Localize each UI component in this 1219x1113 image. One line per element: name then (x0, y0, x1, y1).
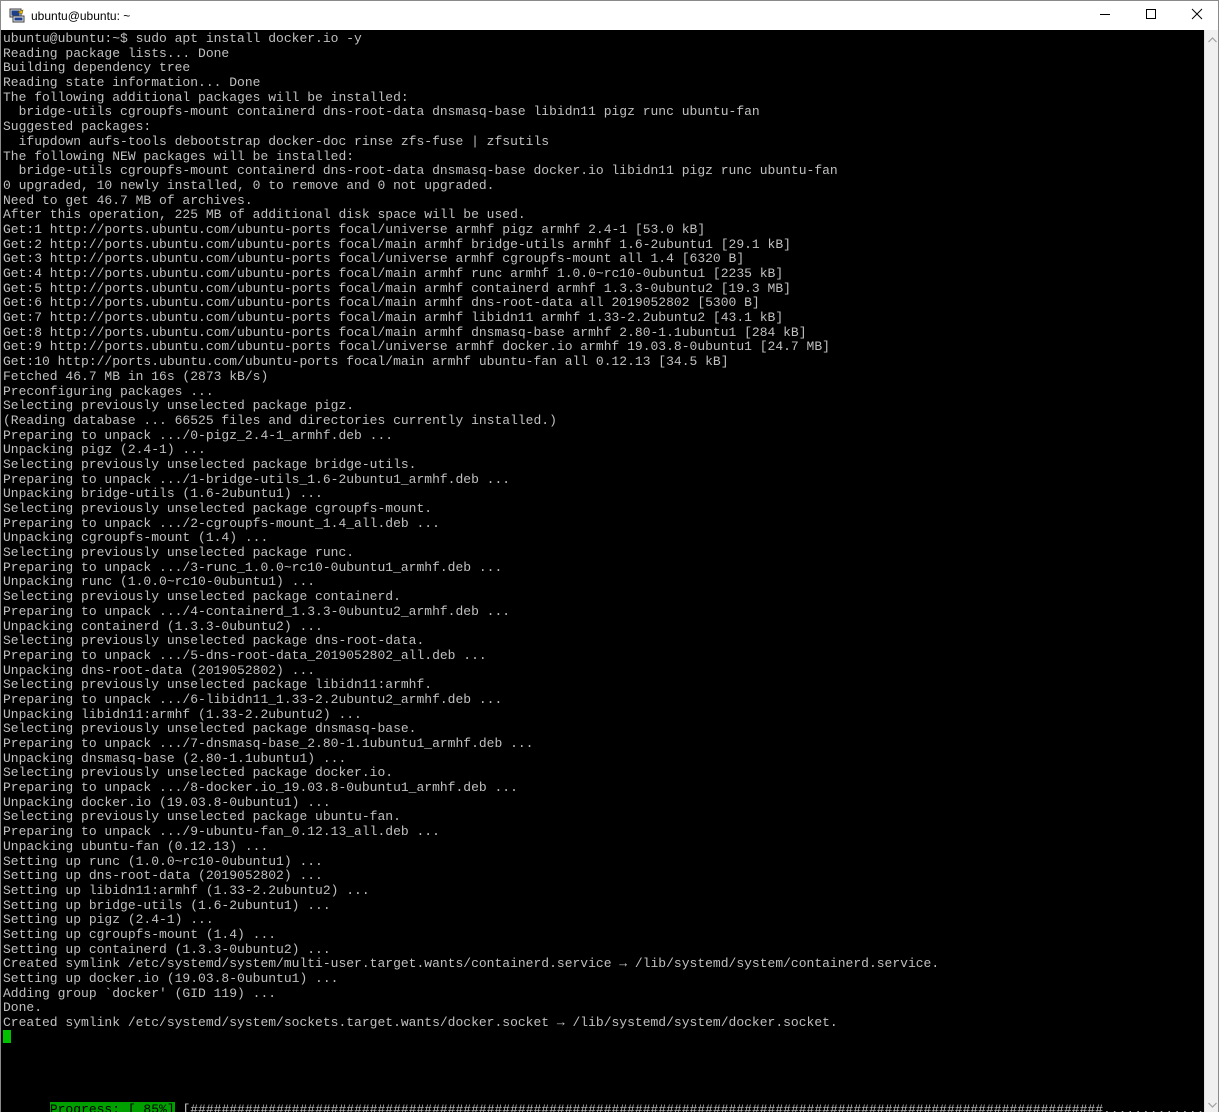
terminal-line: Get:5 http://ports.ubuntu.com/ubuntu-por… (3, 280, 791, 296)
terminal-line: Setting up runc (1.0.0~rc10-0ubuntu1) ..… (3, 853, 323, 869)
terminal-line: Unpacking libidn11:armhf (1.33-2.2ubuntu… (3, 706, 362, 722)
terminal-line: Selecting previously unselected package … (3, 589, 401, 605)
terminal-line: Get:6 http://ports.ubuntu.com/ubuntu-por… (3, 295, 760, 311)
terminal-line: Selecting previously unselected package … (3, 398, 355, 414)
terminal-line: Suggested packages: (3, 119, 152, 135)
chevron-up-icon (1207, 30, 1217, 48)
progress-row: Progress: [ 85%] [######################… (3, 1089, 1204, 1112)
terminal-line: Adding group `docker' (GID 119) ... (3, 985, 277, 1001)
terminal-line: Preparing to unpack .../3-runc_1.0.0~rc1… (3, 559, 503, 575)
scroll-down-button[interactable] (1205, 1095, 1219, 1112)
terminal-line: Created symlink /etc/systemd/system/sock… (3, 1015, 838, 1031)
terminal-line: Reading package lists... Done (3, 45, 230, 61)
maximize-button[interactable] (1128, 1, 1174, 30)
terminal-line: Preparing to unpack .../5-dns-root-data_… (3, 647, 487, 663)
terminal-line: Preconfiguring packages ... (3, 383, 214, 399)
terminal-line: Preparing to unpack .../0-pigz_2.4-1_arm… (3, 427, 394, 443)
terminal-line: 0 upgraded, 10 newly installed, 0 to rem… (3, 177, 495, 193)
terminal-line: Fetched 46.7 MB in 16s (2873 kB/s) (3, 368, 269, 384)
terminal-line: Selecting previously unselected package … (3, 456, 417, 472)
minimize-button[interactable] (1082, 1, 1128, 30)
terminal-output: ubuntu@ubuntu:~$ sudo apt install docker… (3, 31, 940, 1031)
terminal-line: Done. (3, 1000, 43, 1016)
terminal-line: Setting up libidn11:armhf (1.33-2.2ubunt… (3, 882, 370, 898)
terminal-line: Get:9 http://ports.ubuntu.com/ubuntu-por… (3, 339, 830, 355)
scroll-thumb[interactable] (1207, 49, 1216, 1091)
terminal-line: Setting up dns-root-data (2019052802) ..… (3, 868, 323, 884)
terminal-line: Selecting previously unselected package … (3, 545, 355, 561)
vertical-scrollbar[interactable] (1204, 30, 1218, 1112)
minimize-icon (1099, 8, 1111, 23)
terminal-line: bridge-utils cgroupfs-mount containerd d… (3, 104, 760, 120)
terminal-line: Selecting previously unselected package … (3, 765, 394, 781)
terminal-line: (Reading database ... 66525 files and di… (3, 412, 557, 428)
terminal-area[interactable]: ubuntu@ubuntu:~$ sudo apt install docker… (1, 30, 1204, 1112)
terminal-line: Need to get 46.7 MB of archives. (3, 192, 253, 208)
window-title: ubuntu@ubuntu: ~ (31, 9, 131, 23)
terminal-line: Setting up cgroupfs-mount (1.4) ... (3, 926, 277, 942)
close-icon (1191, 8, 1203, 23)
scroll-up-button[interactable] (1205, 30, 1219, 47)
terminal-line: Selecting previously unselected package … (3, 809, 401, 825)
terminal-line: Preparing to unpack .../8-docker.io_19.0… (3, 780, 518, 796)
maximize-icon (1145, 8, 1157, 23)
terminal-line: Unpacking ubuntu-fan (0.12.13) ... (3, 838, 269, 854)
progress-label: Progress: [ 85%] (49, 1102, 175, 1112)
terminal-line: Selecting previously unselected package … (3, 677, 433, 693)
terminal-line: Get:4 http://ports.ubuntu.com/ubuntu-por… (3, 266, 784, 281)
terminal-line: Setting up docker.io (19.03.8-0ubuntu1) … (3, 971, 339, 986)
terminal-line: Unpacking dnsmasq-base (2.80-1.1ubuntu1)… (3, 750, 347, 766)
title-bar[interactable]: ubuntu@ubuntu: ~ (1, 1, 1218, 30)
terminal-line: Preparing to unpack .../4-containerd_1.3… (3, 603, 511, 619)
terminal-line: Get:2 http://ports.ubuntu.com/ubuntu-por… (3, 236, 791, 252)
terminal-line: Selecting previously unselected package … (3, 501, 433, 516)
terminal-window: ubuntu@ubuntu: ~ ubuntu@ubuntu:~$ sudo a… (0, 0, 1219, 1112)
terminal-line: Unpacking cgroupfs-mount (1.4) ... (3, 530, 269, 546)
terminal-line: Preparing to unpack .../7-dnsmasq-base_2… (3, 736, 534, 751)
terminal-line: Unpacking pigz (2.4-1) ... (3, 442, 206, 458)
terminal-line: Selecting previously unselected package … (3, 721, 417, 737)
putty-terminal-icon[interactable] (9, 7, 25, 23)
terminal-line: Unpacking dns-root-data (2019052802) ... (3, 662, 316, 678)
terminal-line: Building dependency tree (3, 60, 191, 76)
terminal-line: Preparing to unpack .../9-ubuntu-fan_0.1… (3, 824, 440, 840)
terminal-line: bridge-utils cgroupfs-mount containerd d… (3, 163, 838, 179)
terminal-line: Setting up bridge-utils (1.6-2ubuntu1) .… (3, 897, 331, 913)
terminal-line: Unpacking bridge-utils (1.6-2ubuntu1) ..… (3, 486, 323, 502)
terminal-line: Selecting previously unselected package … (3, 633, 425, 649)
terminal-line: Preparing to unpack .../2-cgroupfs-mount… (3, 515, 440, 531)
terminal-line: Preparing to unpack .../6-libidn11_1.33-… (3, 691, 503, 707)
terminal-line: Setting up pigz (2.4-1) ... (3, 912, 214, 928)
terminal-line: Unpacking docker.io (19.03.8-0ubuntu1) .… (3, 794, 331, 810)
terminal-line: Reading state information... Done (3, 75, 261, 91)
terminal-line: After this operation, 225 MB of addition… (3, 207, 526, 223)
terminal-line: Unpacking runc (1.0.0~rc10-0ubuntu1) ... (3, 574, 316, 590)
terminal-line: Setting up containerd (1.3.3-0ubuntu2) .… (3, 941, 331, 957)
terminal-line: The following NEW packages will be insta… (3, 148, 355, 164)
progress-bar: [#######################################… (182, 1102, 1204, 1113)
terminal-line: Get:8 http://ports.ubuntu.com/ubuntu-por… (3, 324, 807, 340)
terminal-line: Unpacking containerd (1.3.3-0ubuntu2) ..… (3, 618, 323, 634)
close-button[interactable] (1174, 1, 1219, 30)
terminal-line: Get:10 http://ports.ubuntu.com/ubuntu-po… (3, 354, 729, 370)
terminal-line: Preparing to unpack .../1-bridge-utils_1… (3, 471, 511, 487)
terminal-line: Get:1 http://ports.ubuntu.com/ubuntu-por… (3, 221, 706, 237)
terminal-line: The following additional packages will b… (3, 89, 409, 105)
text-cursor (3, 1030, 11, 1043)
chevron-down-icon (1207, 1095, 1217, 1113)
terminal-line: Created symlink /etc/systemd/system/mult… (3, 956, 940, 972)
terminal-line: Get:7 http://ports.ubuntu.com/ubuntu-por… (3, 310, 784, 326)
terminal-line: ubuntu@ubuntu:~$ sudo apt install docker… (3, 31, 362, 46)
terminal-line: ifupdown aufs-tools debootstrap docker-d… (3, 133, 550, 149)
terminal-line: Get:3 http://ports.ubuntu.com/ubuntu-por… (3, 251, 745, 267)
